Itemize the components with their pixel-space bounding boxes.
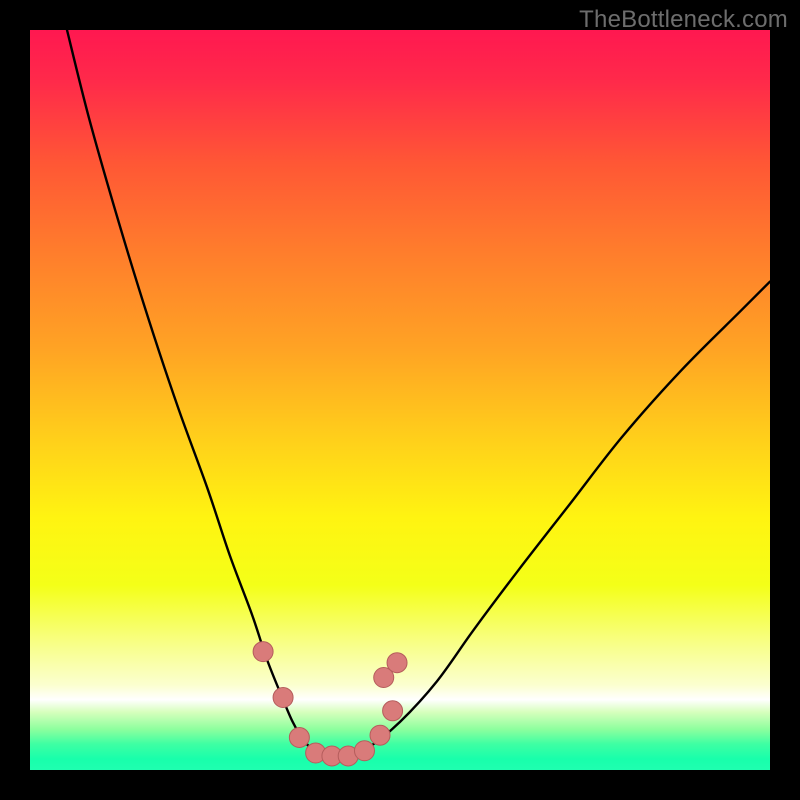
chart-svg <box>30 30 770 770</box>
outer-frame: TheBottleneck.com <box>0 0 800 800</box>
marker-group <box>253 642 407 766</box>
data-marker <box>383 701 403 721</box>
bottleneck-curve <box>67 30 770 756</box>
data-marker <box>370 725 390 745</box>
data-marker <box>273 687 293 707</box>
data-marker <box>289 727 309 747</box>
plot-area <box>30 30 770 770</box>
watermark-text: TheBottleneck.com <box>579 6 788 34</box>
data-marker <box>354 741 374 761</box>
data-marker <box>387 653 407 673</box>
data-marker <box>253 642 273 662</box>
